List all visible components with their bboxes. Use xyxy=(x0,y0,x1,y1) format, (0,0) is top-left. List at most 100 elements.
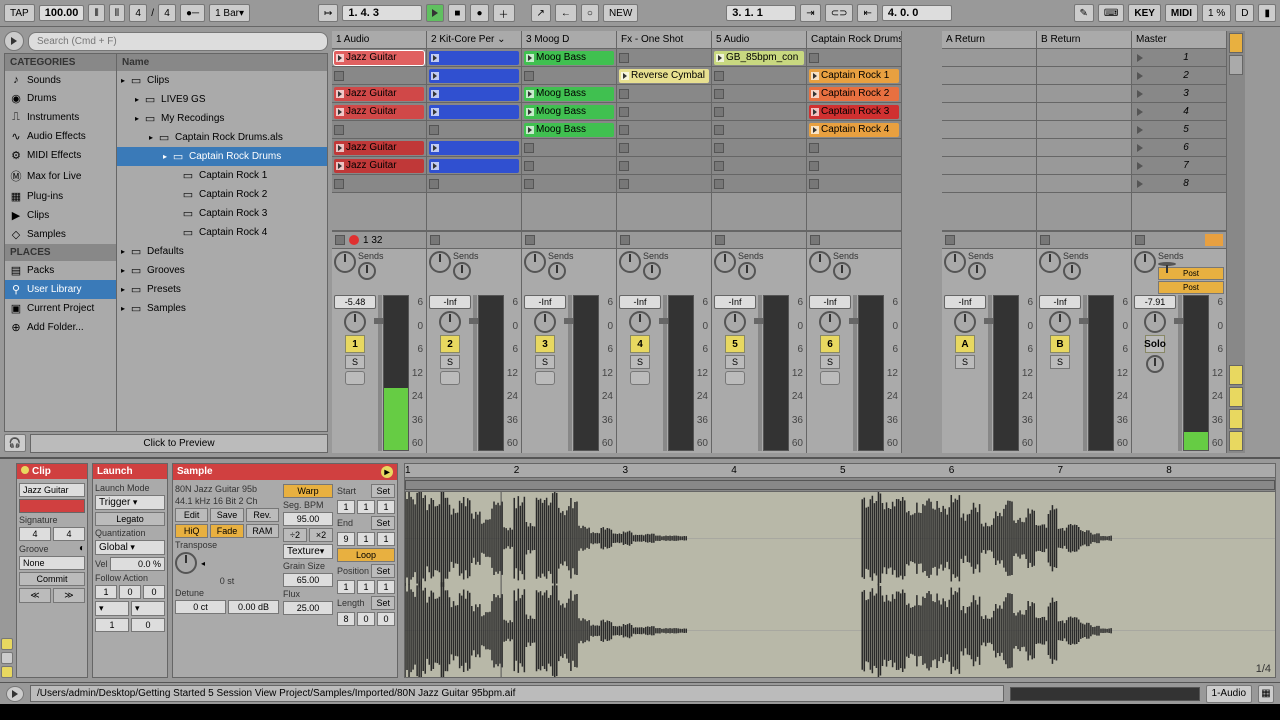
len-2[interactable]: 0 xyxy=(357,612,375,626)
empty-clip-slot[interactable] xyxy=(807,139,901,157)
pan-knob[interactable] xyxy=(534,311,556,333)
track-activator[interactable]: 4 xyxy=(630,335,650,353)
rev-button[interactable]: Rev. xyxy=(246,508,279,522)
send-b-knob[interactable] xyxy=(1063,262,1081,280)
clip-slot[interactable] xyxy=(427,85,521,103)
scene-launch-icon[interactable] xyxy=(1134,178,1146,190)
empty-clip-slot[interactable] xyxy=(617,157,711,175)
stop-button-icon[interactable] xyxy=(619,89,629,99)
nudge-down[interactable]: ⦀ xyxy=(88,4,104,22)
solo-button[interactable]: S xyxy=(440,355,460,369)
stop-button-icon[interactable] xyxy=(714,71,724,81)
stop-button-icon[interactable] xyxy=(714,89,724,99)
next-button[interactable]: ≫ xyxy=(53,588,85,603)
stop-button-icon[interactable] xyxy=(619,107,629,117)
empty-clip-slot[interactable] xyxy=(617,121,711,139)
stop-button-icon[interactable] xyxy=(714,125,724,135)
tree-item[interactable]: ▸ ▭Captain Rock Drums xyxy=(117,147,327,166)
fa-bars[interactable]: 1 xyxy=(95,585,117,599)
scene-slot[interactable]: 2 xyxy=(1132,67,1226,85)
waveform-editor[interactable]: 12345678 1/4 xyxy=(404,463,1276,678)
track-activator[interactable]: 5 xyxy=(725,335,745,353)
loop-length[interactable]: 4. 0. 0 xyxy=(882,5,952,21)
clip-play-icon[interactable] xyxy=(336,54,344,62)
solo-button[interactable]: S xyxy=(820,355,840,369)
session-record[interactable]: NEW xyxy=(603,4,638,22)
pan-knob[interactable] xyxy=(1144,311,1166,333)
launch-mode-field[interactable]: Trigger ▾ xyxy=(95,495,165,510)
end-2[interactable]: 1 xyxy=(357,532,375,546)
clip-slot[interactable] xyxy=(427,67,521,85)
track-status[interactable] xyxy=(807,231,901,249)
search-input[interactable]: Search (Cmd + F) xyxy=(28,32,328,51)
clip-slot[interactable]: Jazz Guitar xyxy=(332,85,426,103)
clip-play-icon[interactable] xyxy=(716,54,724,62)
stop-button-icon[interactable] xyxy=(334,71,344,81)
stop-button-icon[interactable] xyxy=(619,143,629,153)
tree-item[interactable]: ▸ ▭Samples xyxy=(117,299,327,318)
fa-beats[interactable]: 0 xyxy=(119,585,141,599)
clip-play-icon[interactable] xyxy=(526,90,534,98)
fader-track[interactable] xyxy=(1178,295,1182,451)
stop-button[interactable]: ■ xyxy=(448,4,466,22)
scene-launch-icon[interactable] xyxy=(1134,106,1146,118)
stop-button-icon[interactable] xyxy=(809,53,819,63)
flux-field[interactable]: 25.00 xyxy=(283,601,333,615)
empty-clip-slot[interactable] xyxy=(332,121,426,139)
track-activator[interactable]: Solo xyxy=(1145,335,1165,353)
empty-clip-slot[interactable] xyxy=(522,157,616,175)
clip[interactable]: Captain Rock 3 xyxy=(809,105,899,119)
sig-den[interactable]: 4 xyxy=(158,4,176,22)
sends-tab[interactable] xyxy=(1229,387,1243,407)
track-status[interactable] xyxy=(427,231,521,249)
clip-slot[interactable]: Moog Bass xyxy=(522,103,616,121)
clip-slot[interactable]: Jazz Guitar xyxy=(332,157,426,175)
punch-out[interactable]: ⇤ xyxy=(857,4,877,22)
send-b-knob[interactable] xyxy=(453,262,471,280)
follow-button[interactable]: ↦ xyxy=(318,4,338,22)
scene-slot[interactable]: 6 xyxy=(1132,139,1226,157)
clip-slot[interactable] xyxy=(427,103,521,121)
volume-field[interactable]: -5.48 xyxy=(334,295,376,309)
arm-button[interactable] xyxy=(725,371,745,385)
vel-field[interactable]: 0.0 % xyxy=(110,557,165,571)
clip-play-icon[interactable] xyxy=(431,144,439,152)
fader-track[interactable] xyxy=(473,295,477,451)
start-3[interactable]: 1 xyxy=(377,500,395,514)
clip[interactable]: Reverse Cymbal xyxy=(619,69,709,83)
tree-item[interactable]: ▭Captain Rock 2 xyxy=(117,185,327,204)
pan-knob[interactable] xyxy=(954,311,976,333)
fa-16ths[interactable]: 0 xyxy=(143,585,165,599)
category-samples[interactable]: ◇Samples xyxy=(5,225,116,244)
arm-button[interactable] xyxy=(535,371,555,385)
clip[interactable] xyxy=(429,141,519,155)
track-activator[interactable]: 3 xyxy=(535,335,555,353)
fader-track[interactable] xyxy=(663,295,667,451)
volume-field[interactable]: -Inf xyxy=(809,295,851,309)
pos-set[interactable]: Set xyxy=(371,564,395,578)
tree-item[interactable]: ▸ ▭LIVE9 GS xyxy=(117,90,327,109)
stop-button-icon[interactable] xyxy=(714,179,724,189)
category-sounds[interactable]: ♪Sounds xyxy=(5,71,116,89)
clip-slot[interactable]: Jazz Guitar xyxy=(332,139,426,157)
stop-button-icon[interactable] xyxy=(619,179,629,189)
send-a-knob[interactable] xyxy=(714,251,736,273)
hiq-button[interactable]: HiQ xyxy=(175,524,208,538)
end-3[interactable]: 1 xyxy=(377,532,395,546)
stop-button-icon[interactable] xyxy=(619,125,629,135)
sig-den-field[interactable]: 4 xyxy=(53,527,85,541)
clip[interactable] xyxy=(429,159,519,173)
end-1[interactable]: 9 xyxy=(337,532,355,546)
pan-knob[interactable] xyxy=(1049,311,1071,333)
clip[interactable]: Captain Rock 1 xyxy=(809,69,899,83)
stop-button-icon[interactable] xyxy=(524,143,534,153)
place-packs[interactable]: ▤Packs xyxy=(5,261,116,280)
empty-clip-slot[interactable] xyxy=(522,139,616,157)
tap-button[interactable]: TAP xyxy=(4,4,35,22)
clip-play-icon[interactable] xyxy=(336,162,344,170)
io-tab[interactable] xyxy=(1229,365,1243,385)
detune-field[interactable]: 0 ct xyxy=(175,600,226,614)
overdub-button[interactable]: ＋ xyxy=(493,4,515,22)
empty-clip-slot[interactable] xyxy=(712,85,806,103)
track-activator[interactable]: 1 xyxy=(345,335,365,353)
